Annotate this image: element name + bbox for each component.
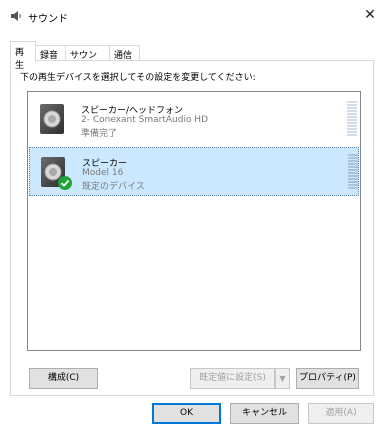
device-description: 2- Conexant SmartAudio HD (81, 115, 209, 125)
tab-playback[interactable]: 再生 (10, 41, 36, 71)
set-default-dropdown-icon[interactable]: ▼ (275, 368, 290, 389)
window-title: サウンド (28, 14, 68, 25)
volume-meter (347, 101, 357, 136)
default-check-icon (58, 176, 72, 190)
close-icon[interactable]: ✕ (362, 7, 378, 23)
device-status: 準備完了 (81, 129, 118, 139)
device-description: Model 16 (82, 168, 124, 178)
apply-button[interactable]: 適用(A) (308, 403, 374, 424)
cancel-button[interactable]: キャンセル (230, 403, 299, 424)
ok-button[interactable]: OK (152, 403, 221, 424)
speaker-app-icon (11, 11, 21, 21)
device-item-speaker[interactable]: スピーカー Model 16 既定のデバイス (29, 147, 359, 196)
configure-button[interactable]: 構成(C) (29, 368, 98, 389)
properties-button[interactable]: プロパティ(P) (296, 368, 359, 389)
instruction-text: 下の再生デバイスを選択してその設定を変更してください: (20, 73, 256, 83)
set-default-button[interactable]: 既定値に設定(S) (190, 368, 275, 389)
device-list[interactable]: スピーカー/ヘッドフォン 2- Conexant SmartAudio HD 準… (27, 91, 361, 351)
tab-recording[interactable]: 録音 (36, 45, 66, 61)
speaker-device-icon (40, 104, 64, 134)
volume-meter (348, 154, 358, 189)
tab-communications[interactable]: 通信 (110, 45, 140, 61)
device-status: 既定のデバイス (82, 182, 145, 192)
device-item-headphones[interactable]: スピーカー/ヘッドフォン 2- Conexant SmartAudio HD 準… (29, 95, 359, 144)
title-bar: サウンド ✕ (0, 0, 383, 32)
tab-sounds[interactable]: サウンド (66, 45, 110, 74)
